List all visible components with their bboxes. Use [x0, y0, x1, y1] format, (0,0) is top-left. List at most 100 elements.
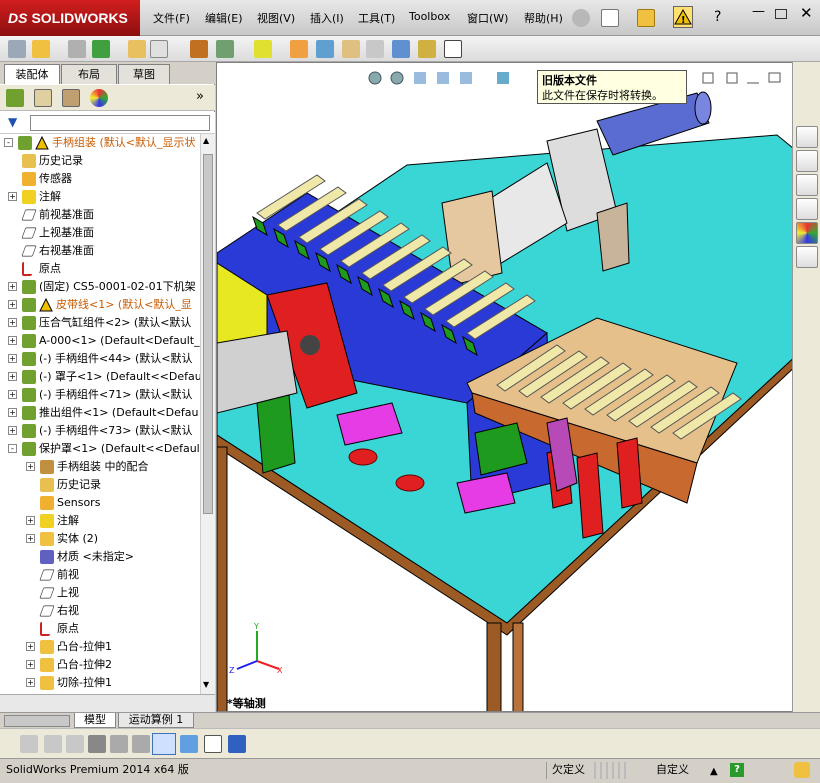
property-manager-icon[interactable]: [34, 89, 52, 107]
tree-item[interactable]: + 凸台-拉伸2: [0, 656, 200, 674]
triad-toggle-icon[interactable]: [152, 733, 176, 755]
display-manager-icon[interactable]: [90, 89, 108, 107]
tree-item[interactable]: + (-) 罩子<1> (Default<<Defaul: [0, 368, 200, 386]
tree-item[interactable]: + (-) 手柄组件<44> (默认<默认: [0, 350, 200, 368]
dim-tool-1-icon[interactable]: [20, 735, 38, 753]
tab-motion-study-1[interactable]: 运动算例 1: [118, 713, 194, 728]
tree-item[interactable]: + 手柄组装 中的配合: [0, 458, 200, 476]
tree-item[interactable]: + 注解: [0, 188, 200, 206]
mate-icon[interactable]: [32, 40, 50, 58]
new-document-icon[interactable]: [601, 9, 619, 27]
menu-toolbox[interactable]: Toolbox: [409, 10, 450, 23]
reference-geometry-icon[interactable]: [216, 40, 234, 58]
dim-tool-2-icon[interactable]: [44, 735, 62, 753]
tree-item[interactable]: 上视基准面: [0, 224, 200, 242]
tree-item[interactable]: - 手柄组装 (默认<默认_显示状: [0, 134, 200, 152]
units-dropdown-icon[interactable]: ▲: [710, 761, 718, 783]
new-motion-study-icon[interactable]: [254, 40, 272, 58]
save-view-icon[interactable]: [228, 735, 246, 753]
tab-layout[interactable]: 布局: [61, 64, 117, 84]
expand-icon[interactable]: +: [26, 516, 35, 525]
tree-item[interactable]: + 注解: [0, 512, 200, 530]
solidworks-resources-icon[interactable]: [796, 126, 818, 148]
appearances-icon[interactable]: [796, 222, 818, 244]
restore-icon[interactable]: [775, 9, 787, 19]
menu-edit[interactable]: 编辑(E): [205, 10, 243, 26]
interference-icon[interactable]: [366, 40, 384, 58]
design-library-icon[interactable]: [796, 150, 818, 172]
menu-window[interactable]: 窗口(W): [467, 10, 508, 26]
assembly-model-view[interactable]: ×: [217, 63, 816, 712]
expand-icon[interactable]: +: [8, 300, 17, 309]
expand-icon[interactable]: +: [26, 462, 35, 471]
insert-components-icon[interactable]: [8, 40, 26, 58]
configuration-manager-icon[interactable]: [62, 89, 80, 107]
grid-tool-icon[interactable]: [110, 735, 128, 753]
view-cube-icon[interactable]: [180, 735, 198, 753]
expand-icon[interactable]: +: [8, 390, 17, 399]
tree-item[interactable]: 原点: [0, 620, 200, 638]
expand-icon[interactable]: +: [8, 354, 17, 363]
custom-properties-icon[interactable]: [796, 246, 818, 268]
tab-sketch[interactable]: 草图: [118, 64, 170, 84]
scroll-up-icon[interactable]: ▲: [203, 136, 213, 146]
expand-icon[interactable]: +: [26, 660, 35, 669]
view-palette-icon[interactable]: [796, 198, 818, 220]
bill-of-materials-icon[interactable]: [290, 40, 308, 58]
pin-icon[interactable]: [572, 9, 590, 27]
notification-icon[interactable]: [794, 762, 810, 778]
tree-item[interactable]: 上视: [0, 584, 200, 602]
close-icon[interactable]: ✕: [800, 4, 813, 22]
tree-vertical-scrollbar[interactable]: ▲ ▼: [200, 134, 215, 694]
instant3d-icon[interactable]: [444, 40, 462, 58]
tree-item[interactable]: 传感器: [0, 170, 200, 188]
expand-icon[interactable]: +: [8, 192, 17, 201]
dim-tool-3-icon[interactable]: [66, 735, 84, 753]
show-hidden-icon[interactable]: [150, 40, 168, 58]
tree-item[interactable]: + 切除-拉伸1: [0, 674, 200, 692]
open-folder-icon[interactable]: [637, 9, 655, 27]
feature-manager-icon[interactable]: [6, 89, 24, 107]
minimize-icon[interactable]: —: [752, 4, 765, 19]
menu-insert[interactable]: 插入(I): [310, 10, 344, 26]
tab-model[interactable]: 模型: [74, 713, 116, 728]
filter-input[interactable]: [30, 115, 210, 131]
clearance-icon[interactable]: [392, 40, 410, 58]
expand-icon[interactable]: +: [8, 282, 17, 291]
tree-item[interactable]: - 保护罩<1> (Default<<Defaul: [0, 440, 200, 458]
hole-alignment-icon[interactable]: [418, 40, 436, 58]
tree-item[interactable]: + 推出组件<1> (Default<Defau: [0, 404, 200, 422]
tree-item[interactable]: + 凸台-拉伸1: [0, 638, 200, 656]
tree-item[interactable]: + (-) 手柄组件<71> (默认<默认: [0, 386, 200, 404]
expand-icon[interactable]: +: [26, 678, 35, 687]
smart-fasteners-icon[interactable]: [68, 40, 86, 58]
assembly-features-icon[interactable]: [190, 40, 208, 58]
expand-icon[interactable]: +: [8, 408, 17, 417]
menu-tools[interactable]: 工具(T): [358, 10, 395, 26]
tree-item[interactable]: 历史记录: [0, 476, 200, 494]
tree-item[interactable]: + 皮带线<1> (默认<默认_显: [0, 296, 200, 314]
tree-item[interactable]: 材质 <未指定>: [0, 548, 200, 566]
expand-icon[interactable]: +: [26, 642, 35, 651]
filter-icon[interactable]: ▼: [8, 115, 17, 129]
tree-item[interactable]: + (固定) CS5-0001-02-01下机架: [0, 278, 200, 296]
align-tool-icon[interactable]: [88, 735, 106, 753]
tree-horizontal-scrollbar[interactable]: [0, 694, 215, 712]
tab-assembly[interactable]: 装配体: [4, 64, 60, 84]
expand-icon[interactable]: +: [8, 318, 17, 327]
status-custom[interactable]: 自定义: [656, 759, 689, 781]
distribute-tool-icon[interactable]: [132, 735, 150, 753]
expand-icon[interactable]: +: [8, 426, 17, 435]
collapse-icon[interactable]: -: [4, 138, 13, 147]
tree-item[interactable]: + 实体 (2): [0, 530, 200, 548]
graphics-area[interactable]: ×: [216, 62, 816, 712]
scroll-down-icon[interactable]: ▼: [203, 680, 213, 690]
exploded-view-icon[interactable]: [316, 40, 334, 58]
tab-scroll-arrows[interactable]: [4, 715, 70, 727]
rebuild-warning-icon[interactable]: !: [673, 6, 693, 28]
help-icon[interactable]: ?: [730, 763, 744, 777]
menu-help[interactable]: 帮助(H): [524, 10, 563, 26]
scroll-thumb[interactable]: [203, 154, 213, 514]
tree-item[interactable]: + A-000<1> (Default<Default_: [0, 332, 200, 350]
expand-panel-icon[interactable]: »: [196, 89, 204, 104]
